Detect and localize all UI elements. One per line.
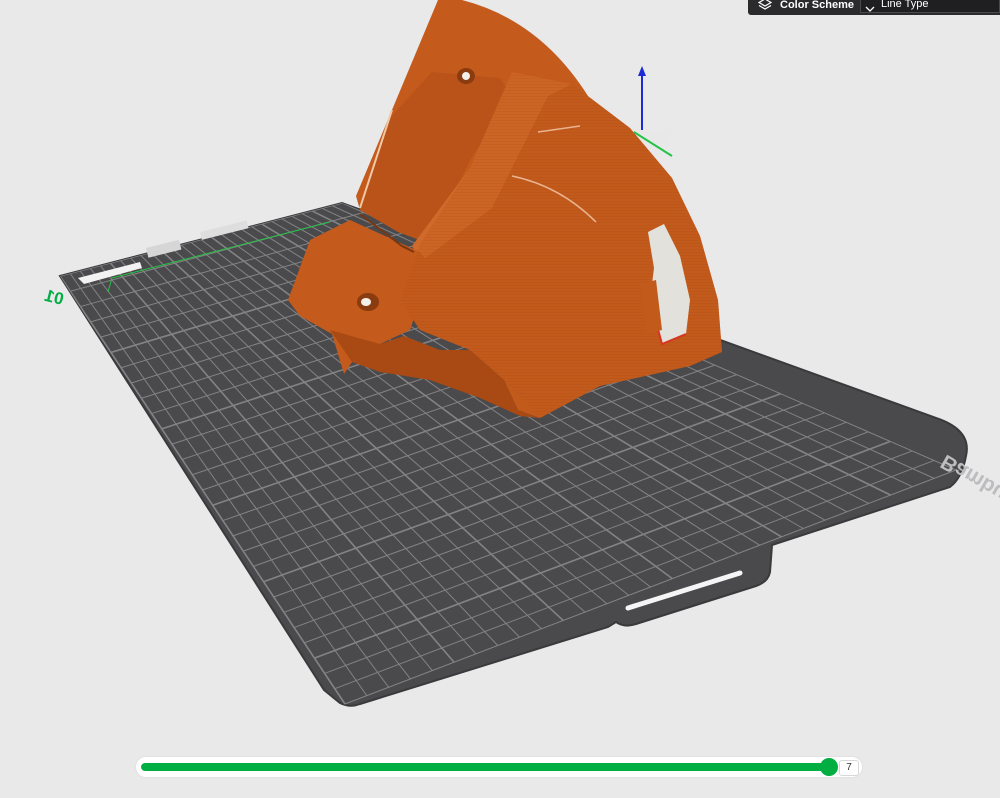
model-lower-hole-inner [361, 298, 371, 306]
color-scheme-value: Line Type [880, 0, 929, 10]
gizmo-z-arrow [638, 66, 646, 76]
color-scheme-dropdown[interactable]: Line Type [859, 0, 1000, 13]
color-scheme-panel: Color Scheme Line Type [748, 0, 1000, 15]
model-upper-hole-inner [462, 72, 470, 80]
plate-label: Bambu Textured PEI Plate [937, 450, 1000, 600]
layer-slider-fill [141, 763, 830, 771]
layer-value-label: 7 [839, 760, 859, 776]
layer-slider[interactable]: 7 [136, 757, 862, 777]
layer-slider-track[interactable] [141, 763, 836, 771]
chevron-down-icon [865, 0, 875, 12]
layer-slider-handle[interactable] [820, 758, 839, 776]
color-scheme-label: Color Scheme [780, 0, 854, 11]
3d-viewport[interactable]: Bambu Textured PEI Plate 01 [0, 0, 1000, 798]
plate-number: 01 [43, 286, 66, 309]
layers-icon [757, 0, 773, 12]
